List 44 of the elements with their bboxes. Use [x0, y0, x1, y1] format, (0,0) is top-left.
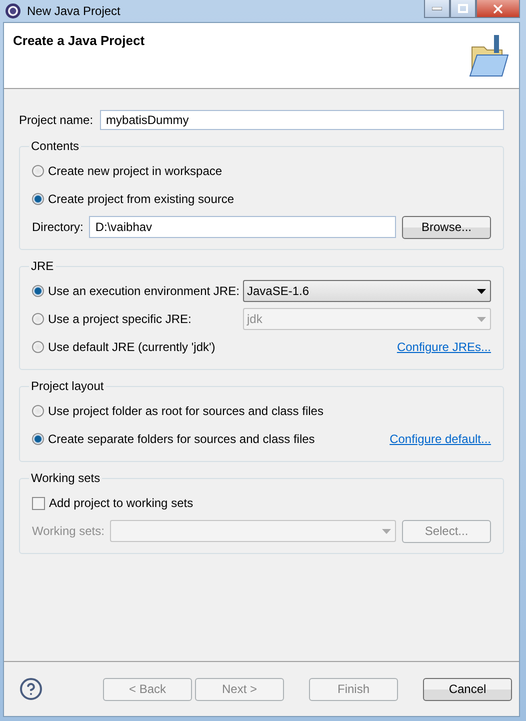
- minimize-button[interactable]: [424, 0, 450, 18]
- radio-button[interactable]: [32, 285, 44, 297]
- group-title: Contents: [30, 139, 80, 153]
- configure-link[interactable]: Configure default...: [390, 432, 491, 446]
- app-icon: [5, 3, 21, 19]
- option-label: Create separate folders for sources and class files: [48, 432, 315, 446]
- folder-icon: [469, 33, 509, 79]
- option-label: Use a project specific JRE:: [48, 312, 192, 326]
- page-title: Create a Java Project: [13, 33, 145, 49]
- field-label: Working sets:: [32, 524, 104, 538]
- field-label: Project name:: [19, 113, 94, 127]
- radio-button[interactable]: [32, 313, 44, 325]
- option-label: Add project to working sets: [49, 496, 194, 510]
- caret-icon: [477, 288, 486, 294]
- radio-button[interactable]: [32, 405, 44, 417]
- window-title: New Java Project: [27, 4, 120, 18]
- radio-button[interactable]: [32, 433, 44, 445]
- caret-icon: [382, 528, 391, 534]
- close-icon: [491, 2, 505, 16]
- option-label: Create new project in workspace: [48, 164, 222, 178]
- minimize-icon: [432, 6, 442, 10]
- option-label: Create project from existing source: [48, 192, 234, 206]
- maximize-icon: [458, 4, 468, 13]
- wizard-button[interactable]: Cancel: [423, 678, 512, 700]
- option-label: Use an execution environment JRE:: [48, 284, 240, 298]
- radio-button[interactable]: [32, 165, 44, 177]
- help-icon[interactable]: [19, 677, 43, 701]
- configure-link[interactable]: Configure JREs...: [396, 340, 491, 354]
- directory-field[interactable]: D:\vaibhav: [89, 216, 396, 238]
- group-title: Project layout: [30, 379, 105, 393]
- browse-button[interactable]: Browse...: [402, 216, 491, 238]
- option-label: Use project folder as root for sources and class files: [48, 404, 324, 418]
- dropdown[interactable]: JavaSE-1.6: [243, 280, 491, 302]
- caret-icon: [477, 316, 486, 322]
- close-button[interactable]: [476, 0, 520, 18]
- radio-button[interactable]: [32, 341, 44, 353]
- project-name-field[interactable]: mybatisDummy: [100, 110, 504, 130]
- field-label: Directory:: [32, 220, 84, 234]
- radio-button[interactable]: [32, 193, 44, 205]
- checkbox[interactable]: [32, 496, 45, 510]
- maximize-button[interactable]: [450, 0, 476, 18]
- group-title: JRE: [30, 259, 55, 273]
- option-label: Use default JRE (currently 'jdk'): [48, 340, 216, 354]
- group-title: Working sets: [30, 471, 102, 485]
